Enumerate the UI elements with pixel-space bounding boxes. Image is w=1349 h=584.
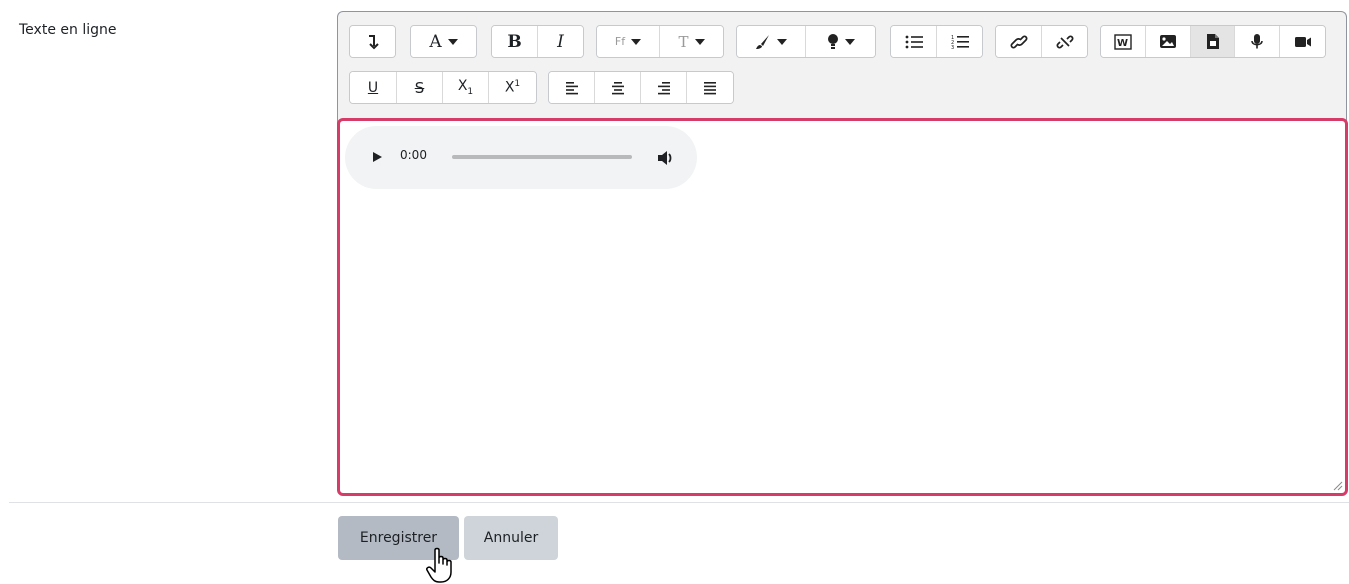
- toolbar-group-text-style: U S X1 X1: [349, 71, 537, 104]
- font-color-button[interactable]: A: [411, 26, 476, 57]
- ordered-list-button[interactable]: 123: [937, 26, 982, 57]
- align-justify-button[interactable]: [687, 72, 733, 103]
- chevron-down-icon: [844, 38, 855, 45]
- toolbar-group-font: Ff T: [596, 25, 724, 58]
- font-size-button[interactable]: T: [660, 26, 723, 57]
- svg-text:W: W: [1117, 38, 1128, 49]
- superscript-base: X: [504, 79, 515, 96]
- media-file-icon: [1206, 34, 1219, 49]
- italic-button[interactable]: I: [538, 26, 583, 57]
- editor-toolbar: A B I Ff T 1 2 3 W U S X1 X1: [337, 11, 1347, 123]
- audio-current-time: 0:00: [400, 148, 427, 162]
- volume-icon[interactable]: [657, 150, 675, 166]
- unordered-list-button[interactable]: [891, 26, 937, 57]
- subscript-mark: 1: [467, 86, 474, 97]
- chevron-down-icon: [777, 38, 787, 45]
- toolbar-group-style: B I: [491, 25, 584, 58]
- font-family-button[interactable]: Ff: [597, 26, 660, 57]
- toolbar-group-font-color: A: [410, 25, 477, 58]
- superscript-button[interactable]: X1: [489, 72, 536, 103]
- editor-content-area[interactable]: 0:00: [337, 118, 1348, 496]
- chevron-down-icon: [447, 38, 458, 45]
- toolbar-group-lists: 123: [890, 25, 983, 58]
- bold-icon: B: [507, 31, 522, 52]
- font-color-icon: A: [429, 31, 442, 52]
- brush-icon: [756, 34, 769, 49]
- play-icon[interactable]: [371, 151, 383, 163]
- toolbar-group-color: [736, 25, 876, 58]
- audio-player[interactable]: 0:00: [345, 126, 697, 189]
- collapse-icon: [368, 34, 379, 49]
- font-size-icon: T: [678, 32, 689, 51]
- align-justify-icon: [704, 81, 716, 94]
- record-audio-button[interactable]: [1235, 26, 1280, 57]
- align-left-button[interactable]: [549, 72, 595, 103]
- record-video-icon: [1294, 36, 1311, 47]
- align-right-icon: [657, 81, 670, 94]
- highlight-icon: [827, 34, 838, 49]
- ordered-list-icon: 123: [951, 35, 969, 49]
- field-label: Texte en ligne: [19, 22, 117, 38]
- svg-text:3: 3: [951, 45, 954, 49]
- align-left-icon: [565, 81, 578, 94]
- subscript-icon: X1: [458, 78, 473, 97]
- audio-progress-track[interactable]: [452, 155, 632, 159]
- collapse-toolbar-button[interactable]: [350, 26, 395, 57]
- align-right-button[interactable]: [641, 72, 687, 103]
- toolbar-group-collapse: [349, 25, 396, 58]
- unlink-button[interactable]: [1042, 26, 1087, 57]
- unlink-icon: [1056, 35, 1073, 48]
- form-divider: [9, 502, 1349, 503]
- image-icon: [1160, 35, 1176, 48]
- underline-icon: U: [367, 79, 379, 96]
- resize-handle-icon[interactable]: [1331, 479, 1343, 491]
- toolbar-group-links: [995, 25, 1088, 58]
- cancel-button[interactable]: Annuler: [464, 516, 558, 560]
- highlight-button[interactable]: [806, 26, 875, 57]
- chevron-down-icon: [631, 38, 642, 45]
- align-center-icon: [611, 81, 624, 94]
- strikethrough-button[interactable]: S: [397, 72, 443, 103]
- underline-button[interactable]: U: [350, 72, 397, 103]
- link-icon: [1010, 35, 1027, 48]
- chevron-down-icon: [694, 38, 705, 45]
- media-file-button[interactable]: [1191, 26, 1235, 57]
- align-center-button[interactable]: [595, 72, 641, 103]
- word-import-icon: W: [1114, 33, 1132, 50]
- subscript-button[interactable]: X1: [443, 72, 489, 103]
- toolbar-group-insert: W: [1100, 25, 1326, 58]
- brush-button[interactable]: [737, 26, 806, 57]
- unordered-list-icon: [905, 35, 923, 48]
- rich-text-editor: A B I Ff T 1 2 3 W U S X1 X1 0:00: [337, 11, 1349, 496]
- toolbar-group-alignment: [548, 71, 734, 104]
- font-family-icon: Ff: [614, 35, 626, 48]
- strikethrough-icon: S: [414, 78, 425, 97]
- record-audio-icon: [1251, 34, 1263, 49]
- hand-pointer-icon: [426, 547, 452, 583]
- italic-icon: I: [557, 31, 564, 52]
- word-import-button[interactable]: W: [1101, 26, 1146, 57]
- bold-button[interactable]: B: [492, 26, 538, 57]
- record-video-button[interactable]: [1280, 26, 1325, 57]
- subscript-base: X: [457, 78, 468, 95]
- link-button[interactable]: [996, 26, 1042, 57]
- superscript-mark: 1: [514, 79, 521, 90]
- superscript-icon: X1: [505, 79, 520, 96]
- image-button[interactable]: [1146, 26, 1191, 57]
